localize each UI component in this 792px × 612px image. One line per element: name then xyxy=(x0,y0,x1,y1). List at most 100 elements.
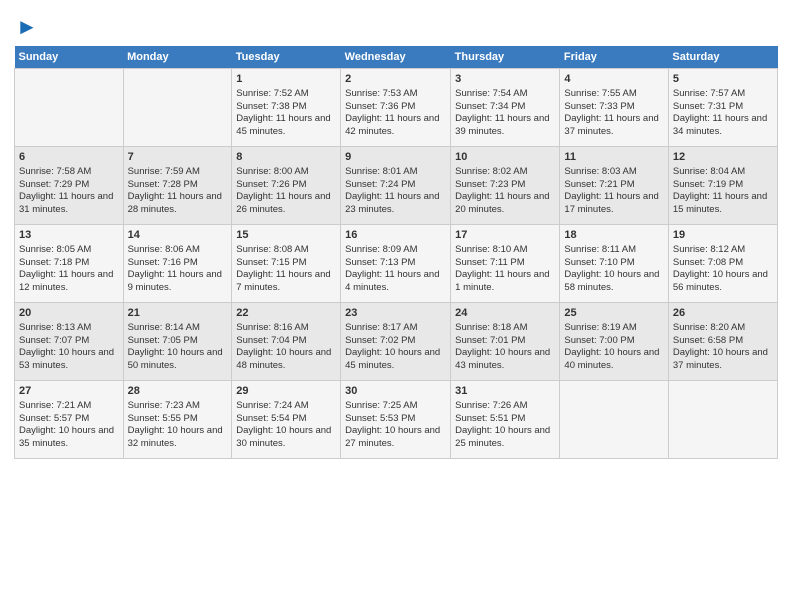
day-info: Sunset: 7:21 PM xyxy=(564,179,634,190)
day-info: Sunrise: 8:02 AM xyxy=(455,166,527,177)
calendar-cell: 7Sunrise: 7:59 AMSunset: 7:28 PMDaylight… xyxy=(123,147,232,225)
calendar-cell: 3Sunrise: 7:54 AMSunset: 7:34 PMDaylight… xyxy=(451,69,560,147)
day-info: Sunrise: 7:57 AM xyxy=(673,88,745,99)
day-info: Daylight: 10 hours and 56 minutes. xyxy=(673,269,768,293)
calendar-cell: 17Sunrise: 8:10 AMSunset: 7:11 PMDayligh… xyxy=(451,225,560,303)
day-info: Daylight: 11 hours and 12 minutes. xyxy=(19,269,113,293)
day-number: 27 xyxy=(19,384,119,399)
day-info: Sunset: 7:28 PM xyxy=(128,179,198,190)
day-info: Sunrise: 7:21 AM xyxy=(19,400,91,411)
day-number: 3 xyxy=(455,72,555,87)
day-info: Sunset: 5:57 PM xyxy=(19,413,89,424)
calendar-cell: 18Sunrise: 8:11 AMSunset: 7:10 PMDayligh… xyxy=(560,225,668,303)
day-info: Daylight: 10 hours and 58 minutes. xyxy=(564,269,659,293)
day-info: Sunset: 5:55 PM xyxy=(128,413,198,424)
day-info: Sunset: 7:31 PM xyxy=(673,101,743,112)
day-info: Sunrise: 7:24 AM xyxy=(236,400,308,411)
day-info: Sunset: 7:08 PM xyxy=(673,257,743,268)
day-info: Daylight: 11 hours and 39 minutes. xyxy=(455,113,549,137)
day-info: Sunset: 5:51 PM xyxy=(455,413,525,424)
day-info: Daylight: 11 hours and 45 minutes. xyxy=(236,113,330,137)
day-number: 6 xyxy=(19,150,119,165)
logo: ► xyxy=(14,14,38,40)
calendar-cell: 14Sunrise: 8:06 AMSunset: 7:16 PMDayligh… xyxy=(123,225,232,303)
day-info: Sunrise: 8:08 AM xyxy=(236,244,308,255)
day-number: 16 xyxy=(345,228,446,243)
day-info: Daylight: 10 hours and 40 minutes. xyxy=(564,347,659,371)
day-info: Sunrise: 8:00 AM xyxy=(236,166,308,177)
day-info: Sunset: 5:53 PM xyxy=(345,413,415,424)
day-info: Sunset: 7:15 PM xyxy=(236,257,306,268)
day-info: Daylight: 11 hours and 37 minutes. xyxy=(564,113,658,137)
day-info: Sunrise: 8:13 AM xyxy=(19,322,91,333)
day-info: Sunset: 7:16 PM xyxy=(128,257,198,268)
day-info: Sunrise: 8:19 AM xyxy=(564,322,636,333)
day-number: 8 xyxy=(236,150,336,165)
day-info: Sunrise: 7:52 AM xyxy=(236,88,308,99)
day-info: Sunset: 7:07 PM xyxy=(19,335,89,346)
day-info: Sunset: 7:36 PM xyxy=(345,101,415,112)
day-info: Sunrise: 8:17 AM xyxy=(345,322,417,333)
day-info: Sunset: 7:02 PM xyxy=(345,335,415,346)
day-info: Daylight: 10 hours and 30 minutes. xyxy=(236,425,331,449)
calendar-cell xyxy=(560,381,668,459)
page-container: ► SundayMondayTuesdayWednesdayThursdayFr… xyxy=(0,0,792,469)
day-number: 23 xyxy=(345,306,446,321)
day-number: 15 xyxy=(236,228,336,243)
calendar-cell: 12Sunrise: 8:04 AMSunset: 7:19 PMDayligh… xyxy=(668,147,777,225)
day-number: 2 xyxy=(345,72,446,87)
calendar-week-4: 20Sunrise: 8:13 AMSunset: 7:07 PMDayligh… xyxy=(15,303,778,381)
day-info: Daylight: 11 hours and 7 minutes. xyxy=(236,269,330,293)
day-info: Sunrise: 8:09 AM xyxy=(345,244,417,255)
day-info: Sunrise: 8:16 AM xyxy=(236,322,308,333)
calendar-cell: 24Sunrise: 8:18 AMSunset: 7:01 PMDayligh… xyxy=(451,303,560,381)
calendar-cell: 10Sunrise: 8:02 AMSunset: 7:23 PMDayligh… xyxy=(451,147,560,225)
calendar-cell: 23Sunrise: 8:17 AMSunset: 7:02 PMDayligh… xyxy=(341,303,451,381)
day-info: Sunset: 7:26 PM xyxy=(236,179,306,190)
calendar-cell: 5Sunrise: 7:57 AMSunset: 7:31 PMDaylight… xyxy=(668,69,777,147)
calendar-cell: 31Sunrise: 7:26 AMSunset: 5:51 PMDayligh… xyxy=(451,381,560,459)
day-number: 12 xyxy=(673,150,773,165)
calendar-week-2: 6Sunrise: 7:58 AMSunset: 7:29 PMDaylight… xyxy=(15,147,778,225)
calendar-cell xyxy=(668,381,777,459)
weekday-header-tuesday: Tuesday xyxy=(232,46,341,69)
weekday-header-monday: Monday xyxy=(123,46,232,69)
weekday-header-friday: Friday xyxy=(560,46,668,69)
day-info: Daylight: 11 hours and 23 minutes. xyxy=(345,191,439,215)
calendar-cell: 9Sunrise: 8:01 AMSunset: 7:24 PMDaylight… xyxy=(341,147,451,225)
calendar-week-1: 1Sunrise: 7:52 AMSunset: 7:38 PMDaylight… xyxy=(15,69,778,147)
day-number: 22 xyxy=(236,306,336,321)
day-info: Sunrise: 7:58 AM xyxy=(19,166,91,177)
day-info: Daylight: 11 hours and 1 minute. xyxy=(455,269,549,293)
day-info: Daylight: 10 hours and 25 minutes. xyxy=(455,425,550,449)
header: ► xyxy=(14,10,778,40)
calendar-cell: 15Sunrise: 8:08 AM Sunset: 7:15 PMDayligh… xyxy=(232,225,341,303)
day-info: Sunrise: 8:05 AM xyxy=(19,244,91,255)
day-info: Sunset: 5:54 PM xyxy=(236,413,306,424)
weekday-header-thursday: Thursday xyxy=(451,46,560,69)
day-number: 29 xyxy=(236,384,336,399)
day-info: Daylight: 11 hours and 26 minutes. xyxy=(236,191,330,215)
calendar-cell: 1Sunrise: 7:52 AMSunset: 7:38 PMDaylight… xyxy=(232,69,341,147)
day-info: Daylight: 10 hours and 50 minutes. xyxy=(128,347,223,371)
day-number: 9 xyxy=(345,150,446,165)
day-info: Daylight: 11 hours and 4 minutes. xyxy=(345,269,439,293)
day-number: 21 xyxy=(128,306,228,321)
day-info: Sunrise: 7:54 AM xyxy=(455,88,527,99)
day-info: Sunrise: 7:26 AM xyxy=(455,400,527,411)
day-info: Sunset: 7:13 PM xyxy=(345,257,415,268)
day-info: Daylight: 10 hours and 27 minutes. xyxy=(345,425,440,449)
day-info: Sunset: 7:38 PM xyxy=(236,101,306,112)
day-info: Daylight: 10 hours and 43 minutes. xyxy=(455,347,550,371)
day-number: 14 xyxy=(128,228,228,243)
day-info: Daylight: 11 hours and 34 minutes. xyxy=(673,113,767,137)
calendar-cell: 28Sunrise: 7:23 AMSunset: 5:55 PMDayligh… xyxy=(123,381,232,459)
day-info: Daylight: 10 hours and 53 minutes. xyxy=(19,347,114,371)
day-number: 25 xyxy=(564,306,663,321)
day-number: 11 xyxy=(564,150,663,165)
day-info: Sunrise: 7:55 AM xyxy=(564,88,636,99)
calendar-cell: 26Sunrise: 8:20 AMSunset: 6:58 PMDayligh… xyxy=(668,303,777,381)
logo-icon: ► xyxy=(16,14,38,39)
day-info: Daylight: 10 hours and 48 minutes. xyxy=(236,347,331,371)
day-info: Sunset: 7:10 PM xyxy=(564,257,634,268)
